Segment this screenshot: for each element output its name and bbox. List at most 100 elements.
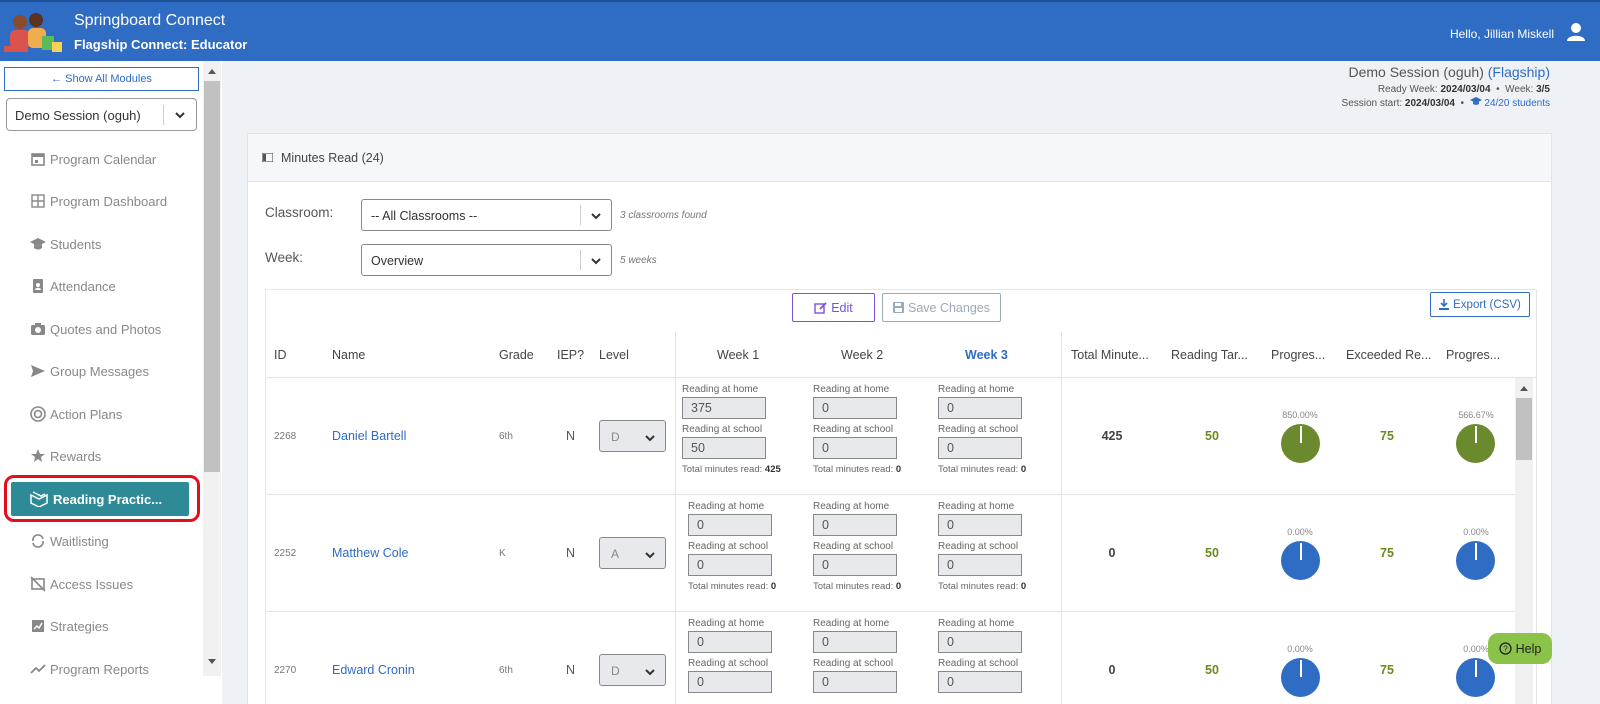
scroll-up-icon[interactable]	[1519, 384, 1529, 392]
week-3-home-input[interactable]: 0	[938, 631, 1022, 653]
show-all-modules-button[interactable]: ← Show All Modules	[4, 67, 199, 91]
week-select[interactable]: Overview	[361, 244, 612, 276]
session-select[interactable]: Demo Session (oguh)	[6, 98, 197, 131]
week-2-school-input[interactable]: 0	[813, 554, 897, 576]
sidebar-item-rewards[interactable]: Rewards	[30, 444, 101, 468]
week-3-total: Total minutes read: 0	[938, 464, 1066, 475]
week-2-cell: Reading at home 0 Reading at school 0 To…	[813, 384, 941, 475]
col-header-progress-2[interactable]: Progres...	[1446, 348, 1500, 362]
table-row: 2270 Edward Cronin 6th N D Reading at ho…	[266, 612, 1518, 704]
sidebar-item-attendance[interactable]: Attendance	[30, 274, 116, 298]
progress-pie	[1281, 424, 1320, 463]
col-header-iep[interactable]: IEP?	[557, 348, 584, 362]
reading-school-label: Reading at school	[682, 424, 763, 435]
col-header-name[interactable]: Name	[332, 348, 365, 362]
week-1-school-input[interactable]: 0	[688, 554, 772, 576]
week-1-home-input[interactable]: 375	[682, 397, 766, 419]
week-3-school-input[interactable]: 0	[938, 554, 1022, 576]
week-3-home-input[interactable]: 0	[938, 397, 1022, 419]
col-header-grade[interactable]: Grade	[499, 348, 534, 362]
session-info: Demo Session (oguh) (Flagship) Ready Wee…	[1342, 64, 1550, 111]
chevron-down-icon	[645, 435, 655, 442]
week-2-school-input[interactable]: 0	[813, 437, 897, 459]
arrow-left-icon: ←	[51, 73, 63, 85]
sidebar-item-label: Students	[50, 236, 102, 252]
app-title: Springboard Connect	[74, 12, 226, 29]
week-2-home-input[interactable]: 0	[813, 631, 897, 653]
week-1-home-input[interactable]: 0	[688, 514, 772, 536]
col-header-total-minutes[interactable]: Total Minute...	[1071, 348, 1149, 362]
sidebar-item-access-issues[interactable]: Access Issues	[30, 572, 133, 596]
help-button[interactable]: ? Help	[1488, 633, 1552, 664]
edit-button[interactable]: Edit	[792, 293, 875, 322]
col-header-id[interactable]: ID	[274, 348, 287, 362]
week-2-school-input[interactable]: 0	[813, 671, 897, 693]
week-3-home-input[interactable]: 0	[938, 514, 1022, 536]
minutes-read-card: Minutes Read (24) Classroom: -- All Clas…	[247, 133, 1552, 704]
blocked-icon	[30, 576, 46, 592]
week-2-home-input[interactable]: 0	[813, 397, 897, 419]
reading-home-label: Reading at home	[938, 501, 1015, 512]
table-scroll-thumb[interactable]	[1516, 398, 1532, 460]
total-label: Total minutes read:	[938, 581, 1019, 592]
sidebar-item-program-dashboard[interactable]: Program Dashboard	[30, 189, 167, 213]
sidebar-scroll-thumb[interactable]	[204, 81, 220, 472]
week-3-cell: Reading at home 0 Reading at school 0 To…	[938, 501, 1066, 592]
classroom-select[interactable]: -- All Classrooms --	[361, 199, 612, 231]
user-greeting[interactable]: Hello, Jillian Miskell	[1450, 27, 1554, 41]
students-count-link[interactable]: 24/20 students	[1469, 97, 1550, 109]
col-header-week-2[interactable]: Week 2	[841, 348, 883, 362]
save-changes-button[interactable]: Save Changes	[882, 293, 1001, 322]
session-select-value: Demo Session (oguh)	[15, 108, 141, 123]
level-select[interactable]: D	[599, 420, 666, 452]
edit-label: Edit	[831, 300, 853, 315]
scroll-down-icon[interactable]	[207, 658, 217, 666]
user-icon[interactable]	[1566, 22, 1586, 42]
reading-school-label: Reading at school	[688, 658, 769, 669]
total-minutes: 0	[1108, 546, 1116, 560]
sidebar-item-program-reports[interactable]: Program Reports	[30, 657, 149, 681]
student-iep: N	[566, 429, 576, 443]
sidebar-item-group-messages[interactable]: Group Messages	[30, 359, 149, 383]
student-name-link[interactable]: Edward Cronin	[332, 663, 415, 677]
week-1-school-input[interactable]: 50	[682, 437, 766, 459]
sidebar-item-action-plans[interactable]: Action Plans	[30, 402, 122, 426]
sidebar-item-waitlisting[interactable]: Waitlisting	[30, 529, 109, 553]
col-header-week-1[interactable]: Week 1	[717, 348, 759, 362]
progress-pie	[1281, 658, 1320, 697]
col-header-exceeded-reading[interactable]: Exceeded Re...	[1346, 348, 1431, 362]
week-2-home-input[interactable]: 0	[813, 514, 897, 536]
week-1-home-input[interactable]: 0	[688, 631, 772, 653]
col-header-progress[interactable]: Progres...	[1271, 348, 1325, 362]
export-csv-button[interactable]: Export (CSV)	[1430, 292, 1530, 317]
total-value: 425	[764, 464, 781, 475]
chevron-down-icon	[591, 258, 601, 265]
chart-icon	[32, 620, 44, 632]
graduation-cap-icon	[1469, 97, 1482, 105]
edit-icon	[814, 302, 827, 314]
sidebar-item-quotes-photos[interactable]: Quotes and Photos	[30, 317, 161, 341]
sidebar-item-label: Program Reports	[50, 661, 149, 677]
export-label: Export (CSV)	[1453, 298, 1521, 311]
list-icon	[262, 153, 273, 162]
student-name-link[interactable]: Daniel Bartell	[332, 429, 406, 443]
level-select[interactable]: A	[599, 537, 666, 569]
save-label: Save Changes	[907, 300, 990, 315]
week-3-school-input[interactable]: 0	[938, 437, 1022, 459]
col-header-week-3[interactable]: Week 3	[965, 348, 1008, 362]
sidebar-item-students[interactable]: Students	[30, 232, 101, 256]
sidebar-item-strategies[interactable]: Strategies	[30, 614, 109, 638]
sidebar-item-program-calendar[interactable]: Program Calendar	[30, 147, 156, 171]
sidebar-scrollbar[interactable]	[203, 61, 221, 676]
student-name-link[interactable]: Matthew Cole	[332, 546, 408, 560]
session-title: Demo Session (oguh) (Flagship)	[1342, 64, 1550, 80]
select-divider	[580, 250, 581, 270]
week-3-school-input[interactable]: 0	[938, 671, 1022, 693]
refresh-icon	[32, 534, 44, 548]
reading-target: 50	[1205, 546, 1219, 560]
scroll-up-icon[interactable]	[207, 67, 217, 75]
col-header-level[interactable]: Level	[599, 348, 629, 362]
col-header-reading-target[interactable]: Reading Tar...	[1171, 348, 1248, 362]
week-1-school-input[interactable]: 0	[688, 671, 772, 693]
level-select[interactable]: D	[599, 654, 666, 686]
